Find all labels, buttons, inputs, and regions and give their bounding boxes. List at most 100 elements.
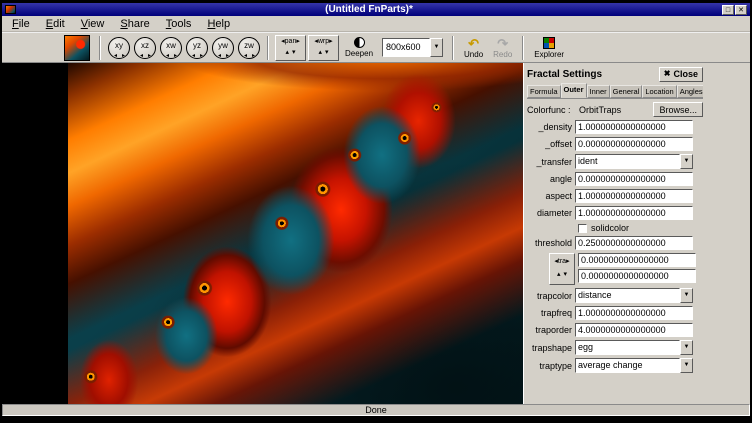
solidcolor-checkbox[interactable] [578,224,587,233]
rotate-xw-button[interactable]: xw ◂▸ [158,34,184,61]
undo-icon: ↶ [468,37,479,50]
undo-button[interactable]: ↶ Undo [459,33,488,62]
titlebar[interactable]: (Untitled FnParts)* □ ✕ [2,3,750,16]
aspect-field[interactable]: 1.0000000000000000 [575,189,693,203]
angle-label: angle [527,174,575,184]
menu-help[interactable]: Help [199,17,238,31]
status-text: Done [365,405,387,415]
close-icon: ✖ [664,70,671,78]
chevron-down-icon[interactable]: ▼ [680,154,693,169]
chevron-down-icon[interactable]: ▼ [430,38,443,57]
chevron-down-icon[interactable]: ▼ [680,358,693,373]
rotate-circle-icon: xy ◂▸ [108,37,130,59]
colorfunc-value: OrbitTraps [579,105,653,115]
trapcenter-x-field[interactable]: 0.0000000000000000 [578,253,696,267]
fractal-settings-panel: Fractal Settings ✖ Close Formula Outer I… [523,63,750,404]
trapshape-select[interactable]: egg ▼ [575,340,693,355]
solidcolor-label: solidcolor [591,223,629,233]
warp-right-icon[interactable]: ▸ [329,38,333,45]
warp-widget[interactable]: ◂wrp▸ ▴▾ [308,35,339,61]
rotate-circle-icon: xw ◂▸ [160,37,182,59]
menu-share[interactable]: Share [112,17,157,31]
trapfreq-field[interactable]: 1.0000000000000000 [575,306,693,320]
trapshape-label: trapshape [527,343,575,353]
settings-title: Fractal Settings [527,69,659,80]
trapcolor-select[interactable]: distance ▼ [575,288,693,303]
traptype-label: traptype [527,361,575,371]
trapcenter-fourway-widget[interactable]: ◂tra▸ ▴▾ [549,253,575,285]
toolbar-separator [99,36,101,60]
offset-field[interactable]: 0.0000000000000000 [575,137,693,151]
tab-formula[interactable]: Formula [527,85,561,98]
toolbar: xy ◂▸ xz ◂▸ xw ◂▸ yz ◂▸ yw ◂▸ [2,32,750,63]
rotate-circle-icon: xz ◂▸ [134,37,156,59]
threshold-field[interactable]: 0.2500000000000000 [575,236,693,250]
tab-outer[interactable]: Outer [561,83,587,98]
diameter-field[interactable]: 1.0000000000000000 [575,206,693,220]
tab-inner[interactable]: Inner [587,85,610,98]
redo-icon: ↷ [497,37,508,50]
menu-file[interactable]: File [4,17,38,31]
rotate-circle-icon: yw ◂▸ [212,37,234,59]
window-maximize-button[interactable]: □ [722,5,734,15]
density-label: _density [527,122,575,132]
trapcenter-down-icon[interactable]: ▾ [564,271,571,278]
warp-down-icon[interactable]: ▾ [325,49,332,56]
diameter-label: diameter [527,208,575,218]
fractal-preview-icon[interactable] [64,35,90,61]
window-close-button[interactable]: ✕ [735,5,747,15]
transfer-select[interactable]: ident ▼ [575,154,693,169]
chevron-down-icon[interactable]: ▼ [680,340,693,355]
tab-angles[interactable]: Angles [677,85,703,98]
pan-right-icon[interactable]: ▸ [296,38,300,45]
rotate-xz-button[interactable]: xz ◂▸ [132,34,158,61]
rotate-yw-button[interactable]: yw ◂▸ [210,34,236,61]
trapcolor-label: trapcolor [527,291,575,301]
settings-close-button[interactable]: ✖ Close [659,67,703,82]
rotate-zw-button[interactable]: zw ◂▸ [236,34,262,61]
menu-tools[interactable]: Tools [158,17,200,31]
rotate-circle-icon: zw ◂▸ [238,37,260,59]
pan-widget[interactable]: ◂pan▸ ▴▾ [275,35,306,61]
statusbar: Done [2,404,750,416]
chevron-down-icon[interactable]: ▼ [680,288,693,303]
rotate-circle-icon: yz ◂▸ [186,37,208,59]
threshold-label: threshold [527,238,575,248]
deepen-button[interactable]: Deepen [340,33,378,62]
redo-button[interactable]: ↷ Redo [488,33,517,62]
toolbar-separator [452,36,454,60]
aspect-label: aspect [527,191,575,201]
app-window: (Untitled FnParts)* □ ✕ File Edit View S… [1,2,751,417]
angle-field[interactable]: 0.0000000000000000 [575,172,693,186]
explorer-icon [543,37,555,49]
toolbar-separator [267,36,269,60]
tab-location[interactable]: Location [642,85,676,98]
window-title: (Untitled FnParts)* [16,4,722,16]
menubar: File Edit View Share Tools Help [2,16,750,32]
rotate-xy-button[interactable]: xy ◂▸ [106,34,132,61]
pan-down-icon[interactable]: ▾ [292,49,299,56]
offset-label: _offset [527,139,575,149]
colorfunc-label: Colorfunc : [527,105,579,115]
traptype-select[interactable]: average change ▼ [575,358,693,373]
toolbar-separator [522,36,524,60]
resolution-value[interactable]: 800x600 [382,38,430,57]
rotate-yz-button[interactable]: yz ◂▸ [184,34,210,61]
traporder-field[interactable]: 4.0000000000000000 [575,323,693,337]
trapcenter-y-field[interactable]: 0.0000000000000000 [578,269,696,283]
tab-general[interactable]: General [610,85,643,98]
settings-tabs: Formula Outer Inner General Location Ang… [527,83,703,99]
density-field[interactable]: 1.0000000000000000 [575,120,693,134]
menu-edit[interactable]: Edit [38,17,73,31]
trapcenter-right-icon[interactable]: ▸ [566,258,570,265]
resolution-select[interactable]: 800x600 ▼ [382,38,443,57]
fractal-canvas[interactable] [2,63,523,404]
deepen-icon [354,37,365,48]
traporder-label: traporder [527,325,575,335]
window-icon[interactable] [5,5,16,14]
menu-view[interactable]: View [73,17,113,31]
browse-button[interactable]: Browse... [653,102,703,117]
transfer-label: _transfer [527,157,575,167]
explorer-button[interactable]: Explorer [529,33,569,62]
fractal-image[interactable] [68,63,523,404]
